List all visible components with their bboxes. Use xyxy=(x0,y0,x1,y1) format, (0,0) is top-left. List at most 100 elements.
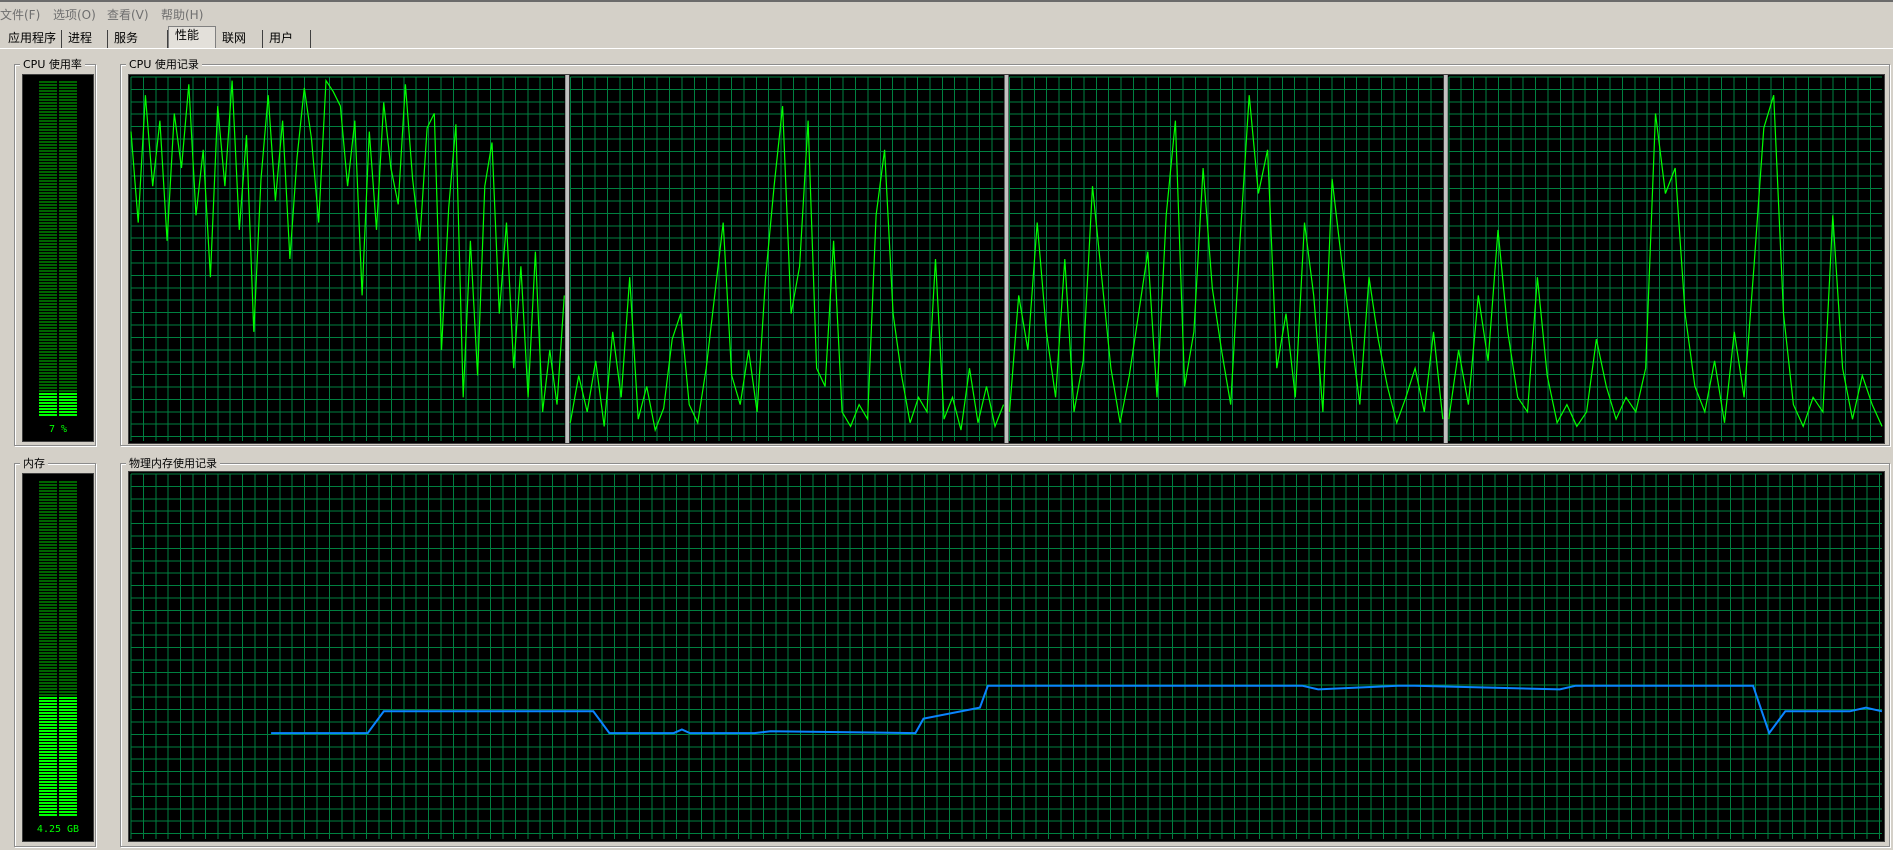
memory-meter-segment xyxy=(39,559,57,561)
memory-meter-segment xyxy=(59,784,77,786)
cpu-meter-segment xyxy=(59,210,77,212)
cpu-meter-segment xyxy=(39,141,57,143)
cpu-meter-segment xyxy=(59,369,77,371)
cpu-meter-segment xyxy=(59,285,77,287)
cpu-meter-segment xyxy=(59,111,77,113)
memory-meter-segment xyxy=(59,715,77,717)
cpu-usage-value: 7 % xyxy=(48,424,68,435)
memory-meter-segment xyxy=(39,757,57,759)
cpu-meter-segment xyxy=(59,213,77,215)
memory-meter-segment xyxy=(59,691,77,693)
memory-meter-segment xyxy=(39,742,57,744)
cpu-meter-segment xyxy=(39,279,57,281)
tab-users[interactable]: 用户 xyxy=(263,30,311,48)
memory-meter-segment xyxy=(39,658,57,660)
menu-options[interactable]: 选项(O) xyxy=(53,6,96,23)
cpu-meter-segment xyxy=(59,180,77,182)
memory-meter-segment xyxy=(59,634,77,636)
memory-meter-segment xyxy=(39,508,57,510)
memory-meter-segment xyxy=(59,547,77,549)
cpu-meter-segment xyxy=(39,414,57,416)
cpu-meter-segment xyxy=(39,117,57,119)
memory-meter-segment xyxy=(59,661,77,663)
cpu-meter-segment xyxy=(59,351,77,353)
memory-meter-segment xyxy=(39,706,57,708)
memory-meter-segment xyxy=(39,586,57,588)
memory-meter-segment xyxy=(59,610,77,612)
memory-meter-segment xyxy=(59,790,77,792)
memory-meter-segment xyxy=(39,667,57,669)
memory-meter-segment xyxy=(39,802,57,804)
memory-meter-segment xyxy=(59,763,77,765)
cpu-meter-segment xyxy=(39,327,57,329)
cpu-meter-segment xyxy=(59,405,77,407)
tab-services[interactable]: 服务 xyxy=(108,30,168,48)
memory-meter-segment xyxy=(59,532,77,534)
memory-meter-segment xyxy=(59,508,77,510)
cpu-meter-segment xyxy=(59,414,77,416)
memory-meter-segment xyxy=(59,517,77,519)
cpu-meter-segment xyxy=(59,291,77,293)
memory-meter-segment xyxy=(39,676,57,678)
memory-meter-segment xyxy=(59,571,77,573)
memory-meter-segment xyxy=(59,745,77,747)
cpu-meter-segment xyxy=(59,399,77,401)
cpu-meter-segment xyxy=(59,162,77,164)
cpu-meter-segment xyxy=(39,192,57,194)
cpu-meter-segment xyxy=(39,360,57,362)
memory-meter-segment xyxy=(39,691,57,693)
tab-networking[interactable]: 联网 xyxy=(216,30,263,48)
memory-meter-segment xyxy=(39,685,57,687)
cpu-meter-segment xyxy=(59,204,77,206)
cpu-meter-segment xyxy=(39,162,57,164)
cpu-meter-segment xyxy=(39,288,57,290)
cpu-meter-segment xyxy=(59,402,77,404)
memory-meter-segment xyxy=(39,520,57,522)
cpu-meter-segment xyxy=(59,354,77,356)
menu-file[interactable]: 文件(F) xyxy=(0,6,40,23)
memory-meter-segment xyxy=(39,556,57,558)
memory-meter-segment xyxy=(59,736,77,738)
cpu-meter-segment xyxy=(39,405,57,407)
cpu-meter-segment xyxy=(59,138,77,140)
memory-meter-segment xyxy=(59,811,77,813)
cpu-meter-segment xyxy=(39,246,57,248)
memory-meter-segment xyxy=(39,745,57,747)
menu-view[interactable]: 查看(V) xyxy=(107,6,149,23)
tab-performance[interactable]: 性能 xyxy=(168,26,216,48)
tab-processes[interactable]: 进程 xyxy=(62,30,108,48)
cpu-meter-segment xyxy=(59,264,77,266)
memory-meter-segment xyxy=(59,652,77,654)
cpu-meter-segment xyxy=(59,126,77,128)
cpu-meter-segment xyxy=(59,393,77,395)
cpu-meter-segment xyxy=(39,321,57,323)
cpu-meter-segment xyxy=(39,165,57,167)
memory-meter-segment xyxy=(39,526,57,528)
cpu-meter-segment xyxy=(39,333,57,335)
memory-history-graph xyxy=(130,473,1883,839)
memory-meter-segment xyxy=(59,496,77,498)
cpu-meter-segment xyxy=(39,90,57,92)
cpu-meter-segment xyxy=(39,297,57,299)
cpu-meter-segment xyxy=(59,174,77,176)
memory-meter-segment xyxy=(59,748,77,750)
memory-meter-segment xyxy=(39,547,57,549)
memory-meter-segment xyxy=(39,628,57,630)
memory-meter-segment xyxy=(59,604,77,606)
cpu-meter-segment xyxy=(59,135,77,137)
cpu-meter-segment xyxy=(39,87,57,89)
cpu-meter-segment xyxy=(59,93,77,95)
memory-meter-segment xyxy=(39,529,57,531)
cpu-history-graph-frame xyxy=(128,74,1885,444)
cpu-usage-label: CPU 使用率 xyxy=(20,58,85,71)
memory-meter-segment xyxy=(59,583,77,585)
cpu-meter-segment xyxy=(39,237,57,239)
cpu-meter-segment xyxy=(39,231,57,233)
menu-help[interactable]: 帮助(H) xyxy=(161,6,203,23)
tab-applications[interactable]: 应用程序 xyxy=(2,30,62,48)
memory-meter-segment xyxy=(39,799,57,801)
cpu-meter-segment xyxy=(59,390,77,392)
cpu-meter-segment xyxy=(59,132,77,134)
memory-meter-segment xyxy=(39,733,57,735)
memory-meter-segment xyxy=(59,505,77,507)
